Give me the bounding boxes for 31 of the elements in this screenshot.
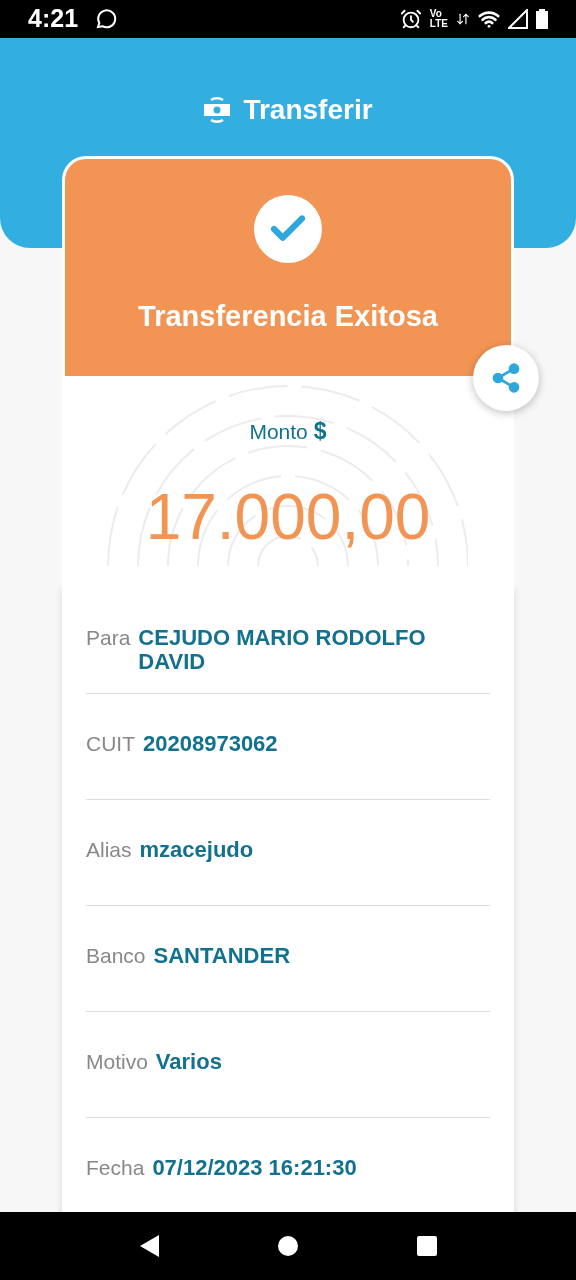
money-transfer-icon <box>203 94 232 126</box>
recents-button[interactable] <box>415 1235 438 1257</box>
alarm-icon <box>399 8 422 30</box>
share-button[interactable] <box>473 345 539 411</box>
detail-value: Varios <box>155 1050 222 1074</box>
network-label: Vo LTE <box>429 9 448 29</box>
battery-icon <box>536 9 548 29</box>
detail-label: Alias <box>86 837 132 863</box>
detail-label: Fecha <box>86 1155 145 1181</box>
data-arrows-icon <box>456 12 470 26</box>
detail-value: CEJUDO MARIO RODOLFO DAVID <box>138 626 427 674</box>
detail-label: Motivo <box>86 1049 148 1075</box>
page-title: Transferir <box>243 93 373 127</box>
detail-value: 20208973062 <box>143 732 278 756</box>
currency-symbol: $ <box>313 417 327 446</box>
signal-icon <box>508 9 528 29</box>
detail-label: CUIT <box>86 731 135 757</box>
share-icon <box>490 362 522 394</box>
detail-value: SANTANDER <box>153 944 291 968</box>
detail-label: Banco <box>86 943 146 969</box>
detail-value: mzacejudo <box>139 838 254 862</box>
amount-value: 17.000,00 <box>145 484 431 549</box>
detail-value: 07/12/2023 16:21:30 <box>152 1156 357 1180</box>
chat-icon <box>94 7 119 31</box>
detail-label: Para <box>86 625 131 651</box>
success-title: Transferencia Exitosa <box>138 299 438 334</box>
wifi-icon <box>478 8 500 30</box>
amount-label: Monto <box>249 418 308 445</box>
status-time: 4:21 <box>28 3 79 35</box>
home-button[interactable] <box>277 1235 299 1257</box>
back-button[interactable] <box>138 1234 161 1258</box>
